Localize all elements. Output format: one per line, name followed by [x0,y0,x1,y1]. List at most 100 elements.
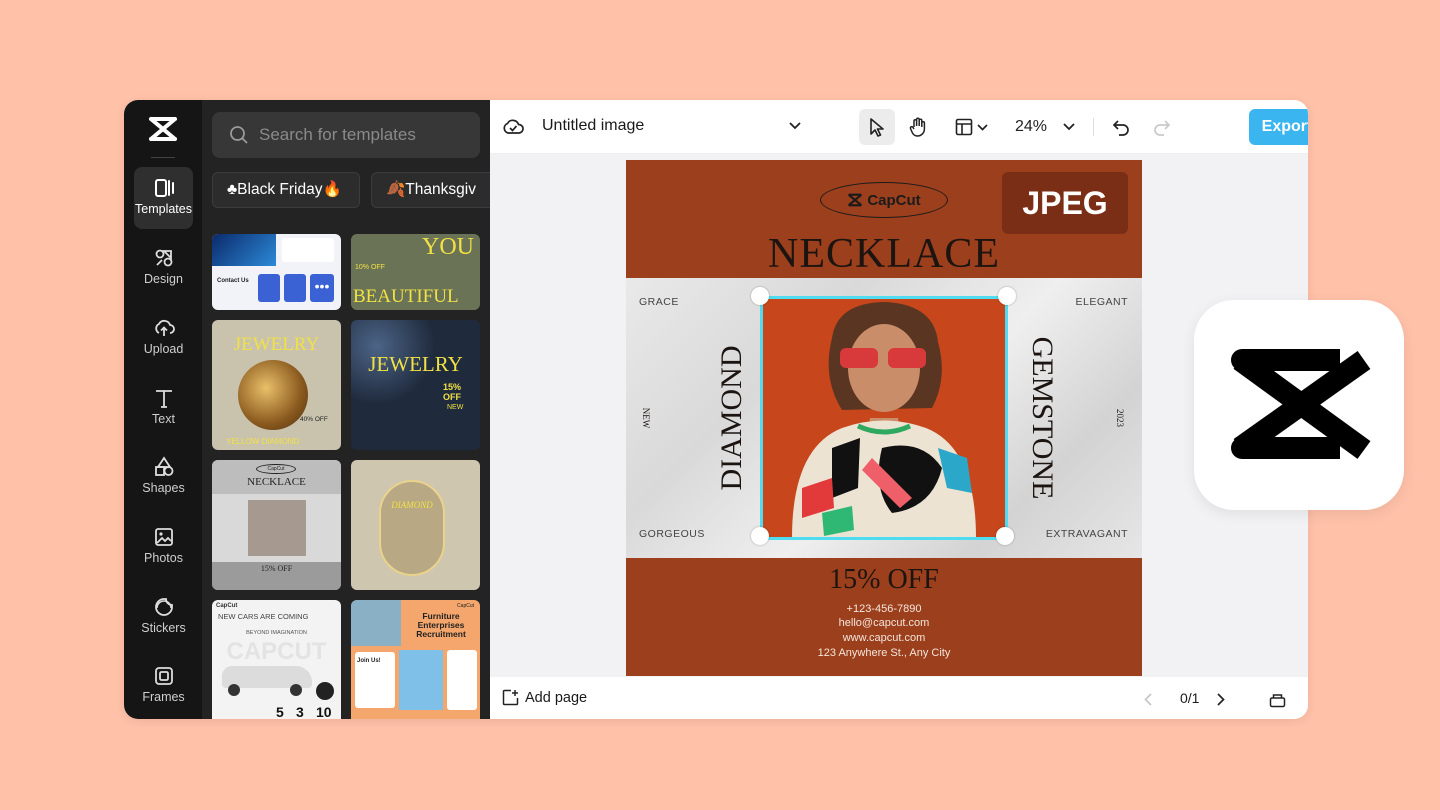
left-rail: Templates Design Upload Text Shapes Phot… [124,100,202,719]
car-wheel [290,684,302,696]
template-card[interactable]: CapCut Furniture Enterprises Recruitment… [351,600,480,719]
pointer-icon [870,118,884,137]
brand-logo-oval[interactable]: CapCut [820,182,948,218]
chevron-right-icon [1217,692,1225,706]
templates-icon [154,179,174,197]
frames-icon [154,667,173,685]
capcut-app-icon [1194,300,1404,510]
resize-handle-bottom-left[interactable] [751,527,769,545]
redo-button[interactable] [1150,114,1174,140]
template-thumb-title: JEWELRY [233,334,320,355]
design-document[interactable]: CapCut JPEG NECKLACE GRACE ELEGANT GORGE… [626,160,1142,676]
template-thumb-brand: CapCut [256,464,296,474]
more-icon: ••• [310,274,334,302]
resize-handle-top-right[interactable] [998,287,1016,305]
rail-item-label: Design [144,272,183,286]
search-icon [230,126,248,144]
brand-name: CapCut [867,191,921,209]
undo-button[interactable] [1109,114,1133,140]
document-title[interactable]: Untitled image [542,117,644,135]
template-card[interactable]: JEWELRY 15% OFF NEW [351,320,480,450]
template-thumb-title: DIAMOND [391,500,433,510]
rail-item-photos[interactable]: Photos [134,516,193,578]
headline-text[interactable]: NECKLACE [626,230,1142,278]
zoom-chevron-down-icon[interactable] [1060,116,1078,138]
template-thumb-title: NEW CARS ARE COMING [218,612,309,621]
car-wheel [228,684,240,696]
template-thumb-text: 40% OFF [300,416,328,423]
address-text[interactable]: 123 Anywhere St., Any City [626,647,1142,659]
template-card[interactable]: DIAMOND [351,460,480,590]
template-thumb-text: 10% OFF [355,264,385,271]
template-thumb-text: YELLOW DIAMOND [226,437,300,446]
chevron-down-icon [976,123,988,131]
template-thumb-title: NECKLACE [247,476,306,488]
chip-label: 🍂Thanksgiv [386,181,476,198]
rail-item-upload[interactable]: Upload [134,307,193,369]
corner-text-bottom-right[interactable]: EXTRAVAGANT [1046,528,1128,540]
zoom-level[interactable]: 24% [1006,116,1056,138]
template-thumb-text: 15% OFF [443,382,462,402]
next-page-button[interactable] [1212,689,1230,709]
rail-item-design[interactable]: Design [134,237,193,299]
vertical-small-left[interactable]: NEW [641,408,651,429]
layout-icon [955,118,972,136]
template-thumb-text: 15% OFF [260,564,293,573]
vertical-text-right[interactable]: GEMSTONE [1025,337,1059,500]
hand-tool-button[interactable] [900,109,936,145]
rail-item-text[interactable]: Text [134,377,193,439]
template-search-input[interactable] [259,112,469,158]
corner-text-top-left[interactable]: GRACE [639,296,679,308]
template-thumb-photo [351,600,401,646]
template-thumb-card [284,274,306,302]
template-thumb-title: JEWELRY [368,352,463,376]
template-thumb-image [212,234,276,266]
export-button[interactable]: Export [1249,109,1308,145]
offer-text[interactable]: 15% OFF [626,564,1142,596]
chevron-left-icon [1144,692,1152,706]
corner-text-bottom-left[interactable]: GORGEOUS [639,528,705,540]
upload-icon [154,319,175,336]
layout-dropdown[interactable] [948,113,994,141]
template-thumb-title: Furniture Enterprises Recruitment [416,611,466,639]
shapes-icon [154,456,173,476]
canvas-area: CapCut JPEG NECKLACE GRACE ELEGANT GORGE… [490,154,1308,677]
page-manager-button[interactable] [1266,689,1288,711]
model-photo[interactable] [762,298,1006,538]
rail-item-shapes[interactable]: Shapes [134,446,193,508]
prev-page-button[interactable] [1139,689,1157,709]
template-thumb-watermark: CAPCUT [226,638,327,665]
chip-thanksgiving[interactable]: 🍂Thanksgiv [371,172,490,208]
capcut-editor-window: Templates Design Upload Text Shapes Phot… [124,100,1308,719]
templates-panel: ♣Black Friday🔥 🍂Thanksgiv Contact Us •••… [202,100,490,719]
vertical-text-left[interactable]: DIAMOND [715,346,749,491]
chevron-down-icon[interactable] [786,116,804,136]
template-card[interactable]: CapCut NEW CARS ARE COMING BEYOND IMAGIN… [212,600,341,719]
rail-item-stickers[interactable]: Stickers [134,586,193,648]
rail-item-label: Stickers [141,621,186,635]
template-card[interactable]: CapCut NECKLACE 15% OFF [212,460,341,590]
template-thumb-text: NEW [447,404,464,411]
template-thumb-text: Join Us! [357,658,381,664]
vertical-small-right[interactable]: 2023 [1115,409,1125,427]
template-thumb-text: Contact Us [217,278,249,284]
template-card[interactable]: JEWELRY 40% OFF YELLOW DIAMOND [212,320,341,450]
design-icon [155,249,172,267]
template-card[interactable]: Contact Us ••• [212,234,341,310]
website-text[interactable]: www.capcut.com [626,632,1142,644]
cloud-sync-icon[interactable] [500,114,526,140]
select-tool-button[interactable] [859,109,895,145]
add-page-button[interactable]: Add page [502,689,587,706]
template-card[interactable]: YOU 10% OFF BEAUTIFUL [351,234,480,310]
rail-item-templates[interactable]: Templates [134,167,193,229]
resize-handle-top-left[interactable] [751,287,769,305]
rail-item-frames[interactable]: Frames [134,655,193,717]
template-thumb-photo [248,500,306,556]
template-search-box[interactable] [212,112,480,158]
resize-handle-bottom-right[interactable] [996,527,1014,545]
template-thumb-text: BEYOND IMAGINATION [246,630,307,636]
phone-text[interactable]: +123-456-7890 [626,603,1142,615]
corner-text-top-right[interactable]: ELEGANT [1075,296,1128,308]
email-text[interactable]: hello@capcut.com [626,617,1142,629]
chip-black-friday[interactable]: ♣Black Friday🔥 [212,172,360,208]
